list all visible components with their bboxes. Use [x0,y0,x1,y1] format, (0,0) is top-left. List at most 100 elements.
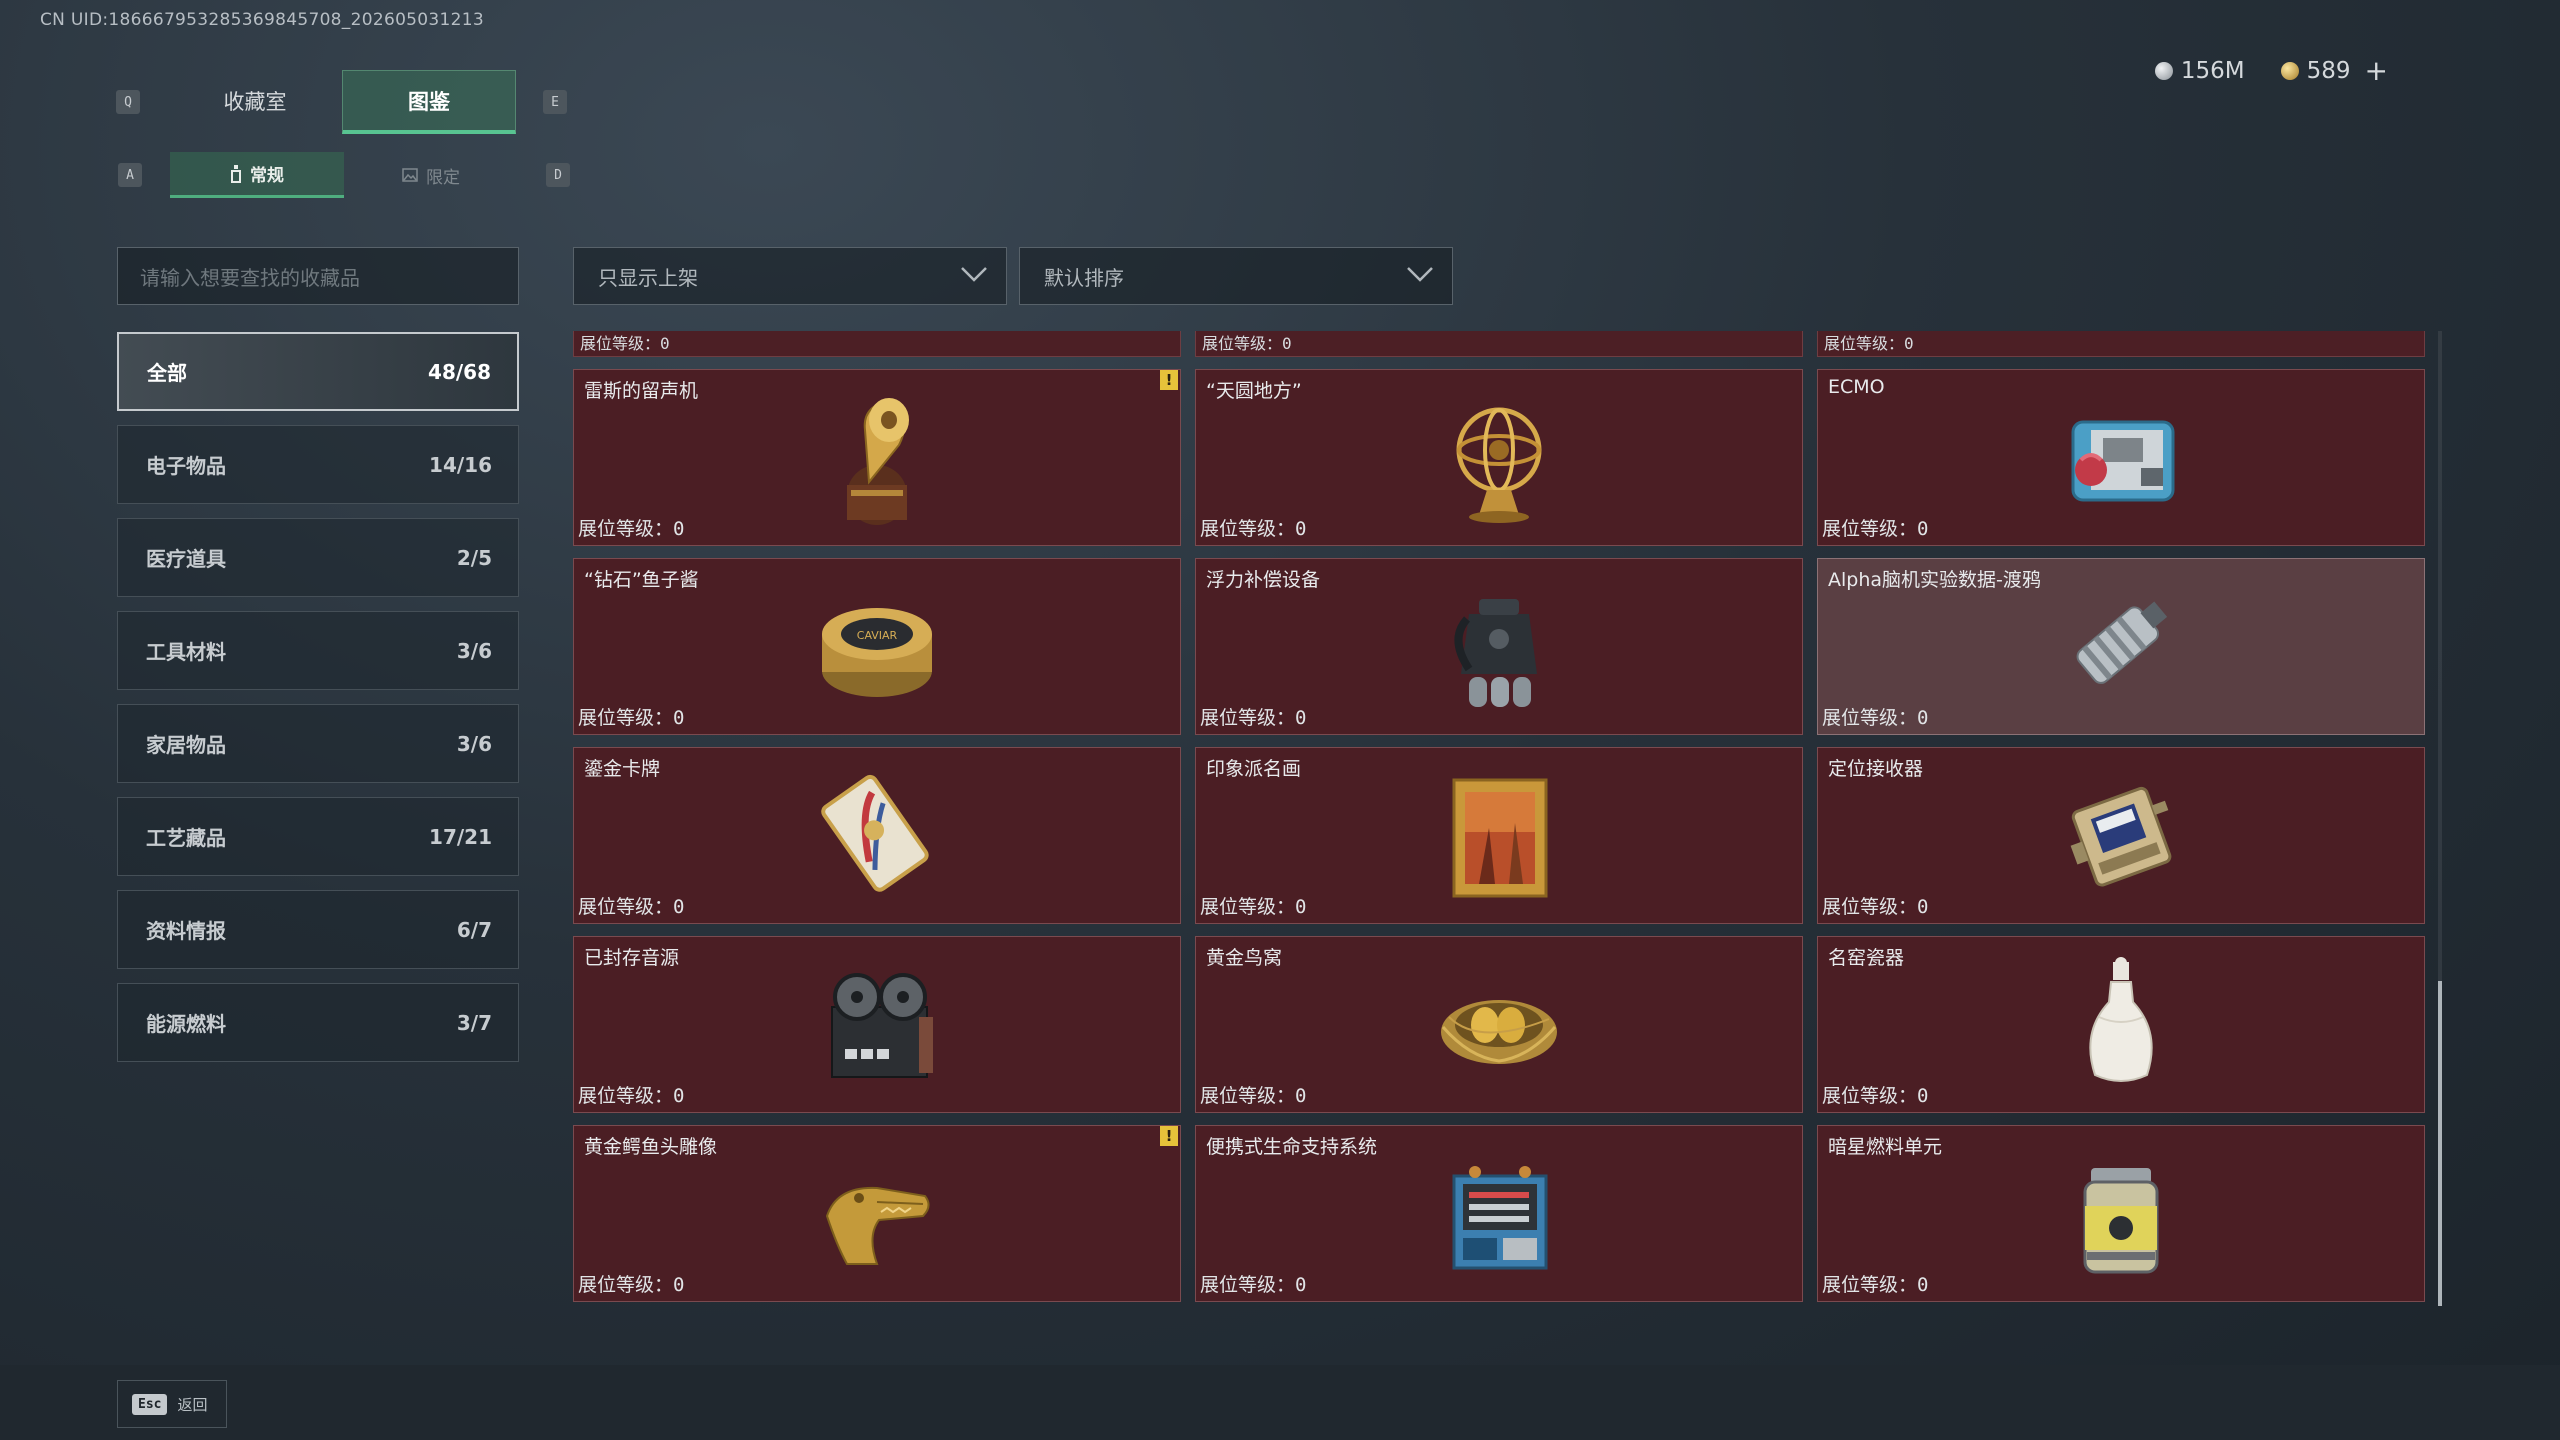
armillary-sphere-icon [1456,407,1542,523]
golden-nest-icon [1441,1000,1557,1064]
collection-item-name: 便携式生命支持系统 [1206,1136,1378,1158]
category-count: 3/7 [456,1010,492,1035]
collection-card[interactable]: “钻石”鱼子酱 CAVIAR 展位等级：0 [573,558,1181,735]
category-item[interactable]: 电子物品 14/16 [117,425,519,504]
add-currency-button[interactable]: + [2365,54,2388,87]
booth-level-label: 展位等级： [1824,334,1905,353]
collection-item-name: 印象派名画 [1206,758,1302,780]
booth-level: 展位等级：0 [1822,1270,1928,1297]
collection-item-name: 鎏金卡牌 [584,758,661,780]
collection-card-partial[interactable]: 展位等级：0 [1195,331,1803,357]
category-label: 工艺藏品 [146,826,226,850]
collection-card[interactable]: 雷斯的留声机! 展位等级：0 [573,369,1181,546]
key-hint-prev-tab[interactable]: Q [116,90,140,114]
booth-level-label: 展位等级： [578,707,674,729]
silver-coin-icon [2154,61,2173,80]
collection-card-partial[interactable]: 展位等级：0 [573,331,1181,357]
booth-level-label: 展位等级： [578,518,674,540]
main-tabs: 收藏室 图鉴 [168,70,516,134]
subtab-label: 常规 [250,166,284,186]
partial-row: 展位等级：0 展位等级：0 展位等级：0 [573,331,2429,357]
collection-card[interactable]: ECMO 展位等级：0 [1817,369,2425,546]
subtab-limited[interactable]: 限定 [344,152,518,198]
booth-level-label: 展位等级： [1822,896,1918,918]
collection-grid-viewport[interactable]: 展位等级：0 展位等级：0 展位等级：0 雷斯的留声机! 展位等级：0 “天圆地方” 展位… [573,331,2429,1306]
collection-item-name: 黄金鳄鱼头雕像 [584,1136,718,1158]
collection-item-name: ECMO [1828,376,1885,398]
collection-card[interactable]: 黄金鸟窝 展位等级：0 [1195,936,1803,1113]
booth-level-label: 展位等级： [1200,1274,1296,1296]
chevron-down-icon [961,267,987,282]
footer-bar [0,1365,2560,1440]
collection-card-partial[interactable]: 展位等级：0 [1817,331,2425,357]
category-item[interactable]: 工具材料 3/6 [117,611,519,690]
booth-level: 展位等级：0 [1200,514,1306,541]
tape-recorder-icon [831,973,933,1078]
collection-card[interactable]: 鎏金卡牌 展位等级：0 [573,747,1181,924]
collection-card[interactable]: 黄金鳄鱼头雕像! 展位等级：0 [573,1125,1181,1302]
collection-item-name: Alpha脑机实验数据-渡鸦 [1828,569,2041,591]
collection-item-name: “天圆地方” [1206,380,1302,402]
collection-card[interactable]: 暗星燃料单元 展位等级：0 [1817,1125,2425,1302]
tab-collection-room[interactable]: 收藏室 [168,70,342,134]
booth-level-value: 0 [673,707,685,729]
esc-key-hint: Esc [132,1393,168,1415]
booth-level-value: 0 [1295,518,1307,540]
bottle-icon [231,164,241,183]
booth-level-value: 0 [1917,518,1929,540]
booth-level: 展位等级：0 [1200,703,1306,730]
back-button[interactable]: Esc 返回 [117,1380,227,1428]
booth-level-label: 展位等级： [1200,1085,1296,1107]
category-item[interactable]: 工艺藏品 17/21 [117,797,519,876]
booth-level-value: 0 [1917,1085,1929,1107]
collection-card[interactable]: “天圆地方” 展位等级：0 [1195,369,1803,546]
category-item[interactable]: 全部 48/68 [117,332,519,411]
collection-card[interactable]: 便携式生命支持系统 展位等级：0 [1195,1125,1803,1302]
collection-card[interactable]: 已封存音源 展位等级：0 [573,936,1181,1113]
booth-level: 展位等级：0 [1822,892,1928,919]
gramophone-icon [847,398,909,525]
category-list: 全部 48/68 电子物品 14/16 医疗道具 2/5 工具材料 3/6 家居物品 3/6 工艺藏… [117,332,519,1062]
booth-level-value: 0 [673,1274,685,1296]
category-count: 6/7 [456,917,492,942]
search-input[interactable]: 请输入想要查找的收藏品 [117,247,519,305]
booth-level-value: 0 [1917,707,1929,729]
key-hint-next-subtab[interactable]: D [546,163,570,187]
category-item[interactable]: 医疗道具 2/5 [117,518,519,597]
category-count: 3/6 [456,731,492,756]
booth-level-label: 展位等级： [1822,518,1918,540]
sort-dropdown[interactable]: 默认排序 [1019,247,1453,305]
collection-card[interactable]: Alpha脑机实验数据-渡鸦 展位等级：0 [1817,558,2425,735]
tab-codex[interactable]: 图鉴 [342,70,516,134]
crocodile-statue-icon [825,1186,930,1265]
booth-level-value: 0 [1904,334,1914,353]
booth-level-value: 0 [1295,707,1307,729]
collection-card[interactable]: 印象派名画 展位等级：0 [1195,747,1803,924]
collection-item-name: 雷斯的留声机 [584,380,699,402]
key-hint-prev-subtab[interactable]: A [118,163,142,187]
search-placeholder: 请输入想要查找的收藏品 [140,265,360,290]
collection-card[interactable]: 浮力补偿设备 展位等级：0 [1195,558,1803,735]
collection-card[interactable]: 定位接收器 展位等级：0 [1817,747,2425,924]
scrollbar-thumb[interactable] [2438,981,2442,1306]
booth-level: 展位等级：0 [578,514,684,541]
category-count: 48/68 [428,359,491,384]
booth-level: 展位等级：0 [1822,514,1928,541]
warning-icon: ! [1160,1126,1178,1146]
collection-item-name: 黄金鸟窝 [1206,947,1283,969]
category-label: 能源燃料 [146,1012,226,1036]
booth-level: 展位等级：0 [1824,331,1914,354]
back-label: 返回 [177,1395,208,1414]
key-hint-next-tab[interactable]: E [543,90,567,114]
shelf-filter-dropdown[interactable]: 只显示上架 [573,247,1007,305]
subtab-regular[interactable]: 常规 [170,152,344,198]
booth-level-value: 0 [1282,334,1292,353]
category-item[interactable]: 能源燃料 3/7 [117,983,519,1062]
category-item[interactable]: 资料情报 6/7 [117,890,519,969]
category-item[interactable]: 家居物品 3/6 [117,704,519,783]
grid-scrollbar[interactable] [2438,331,2442,1306]
category-count: 17/21 [429,824,492,849]
svg-text:CAVIAR: CAVIAR [857,629,898,642]
booth-level: 展位等级：0 [1822,1081,1928,1108]
collection-card[interactable]: 名窑瓷器 展位等级：0 [1817,936,2425,1113]
